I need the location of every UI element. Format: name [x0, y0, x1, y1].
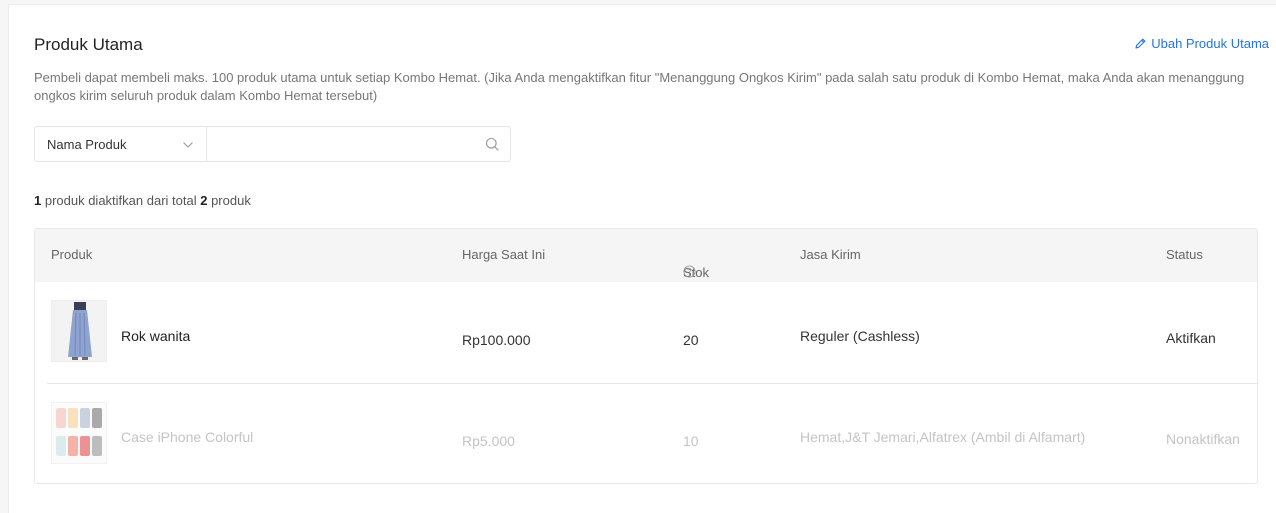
header-price: Harga Saat Ini: [462, 247, 546, 262]
pencil-icon: [1134, 37, 1147, 50]
search-input[interactable]: [207, 127, 474, 161]
count-tail-text: produk: [207, 193, 251, 208]
product-thumbnail: [51, 402, 107, 464]
edit-main-products-link[interactable]: Ubah Produk Utama: [1134, 36, 1269, 51]
search-filter-value: Nama Produk: [47, 136, 127, 152]
search-icon[interactable]: [474, 127, 510, 161]
header-shipping: Jasa Kirim: [800, 247, 861, 262]
table-header: Produk Harga Saat Ini Stok Jasa Kirim St…: [35, 229, 1257, 282]
edit-link-label: Ubah Produk Utama: [1151, 36, 1269, 51]
header-status: Status: [1166, 247, 1203, 262]
product-search-bar: Nama Produk: [34, 126, 511, 162]
product-price: Rp100.000: [462, 332, 531, 348]
section-description: Pembeli dapat membeli maks. 100 produk u…: [34, 70, 1245, 103]
section-title: Produk Utama: [34, 35, 143, 54]
product-shipping: Reguler (Cashless): [800, 328, 920, 344]
status-toggle[interactable]: Aktifkan: [1166, 330, 1216, 346]
product-price: Rp5.000: [462, 433, 515, 449]
product-table: Produk Harga Saat Ini Stok Jasa Kirim St…: [34, 228, 1258, 484]
table-row[interactable]: Case iPhone Colorful Rp5.000 10 Hemat,J&…: [35, 384, 1257, 483]
product-count-summary: 1 produk diaktifkan dari total 2 produk: [34, 193, 251, 208]
status-toggle[interactable]: Nonaktifkan: [1166, 431, 1240, 447]
product-name: Case iPhone Colorful: [121, 429, 254, 445]
product-name: Rok wanita: [121, 328, 191, 344]
help-icon[interactable]: [683, 265, 696, 281]
table-row[interactable]: Rok wanita Rp100.000 20 Reguler (Cashles…: [35, 283, 1257, 383]
main-products-card: Produk Utama Ubah Produk Utama Pembeli d…: [8, 4, 1276, 513]
product-thumbnail: [51, 300, 107, 362]
count-mid-text: produk diaktifkan dari total: [41, 193, 201, 208]
product-stock: 10: [683, 433, 699, 449]
chevron-down-icon: [182, 137, 194, 152]
product-shipping: Hemat,J&T Jemari,Alfatrex (Ambil di Alfa…: [800, 429, 1086, 445]
search-filter-dropdown[interactable]: Nama Produk: [35, 127, 207, 161]
product-stock: 20: [683, 332, 699, 348]
header-product: Produk: [51, 247, 93, 262]
